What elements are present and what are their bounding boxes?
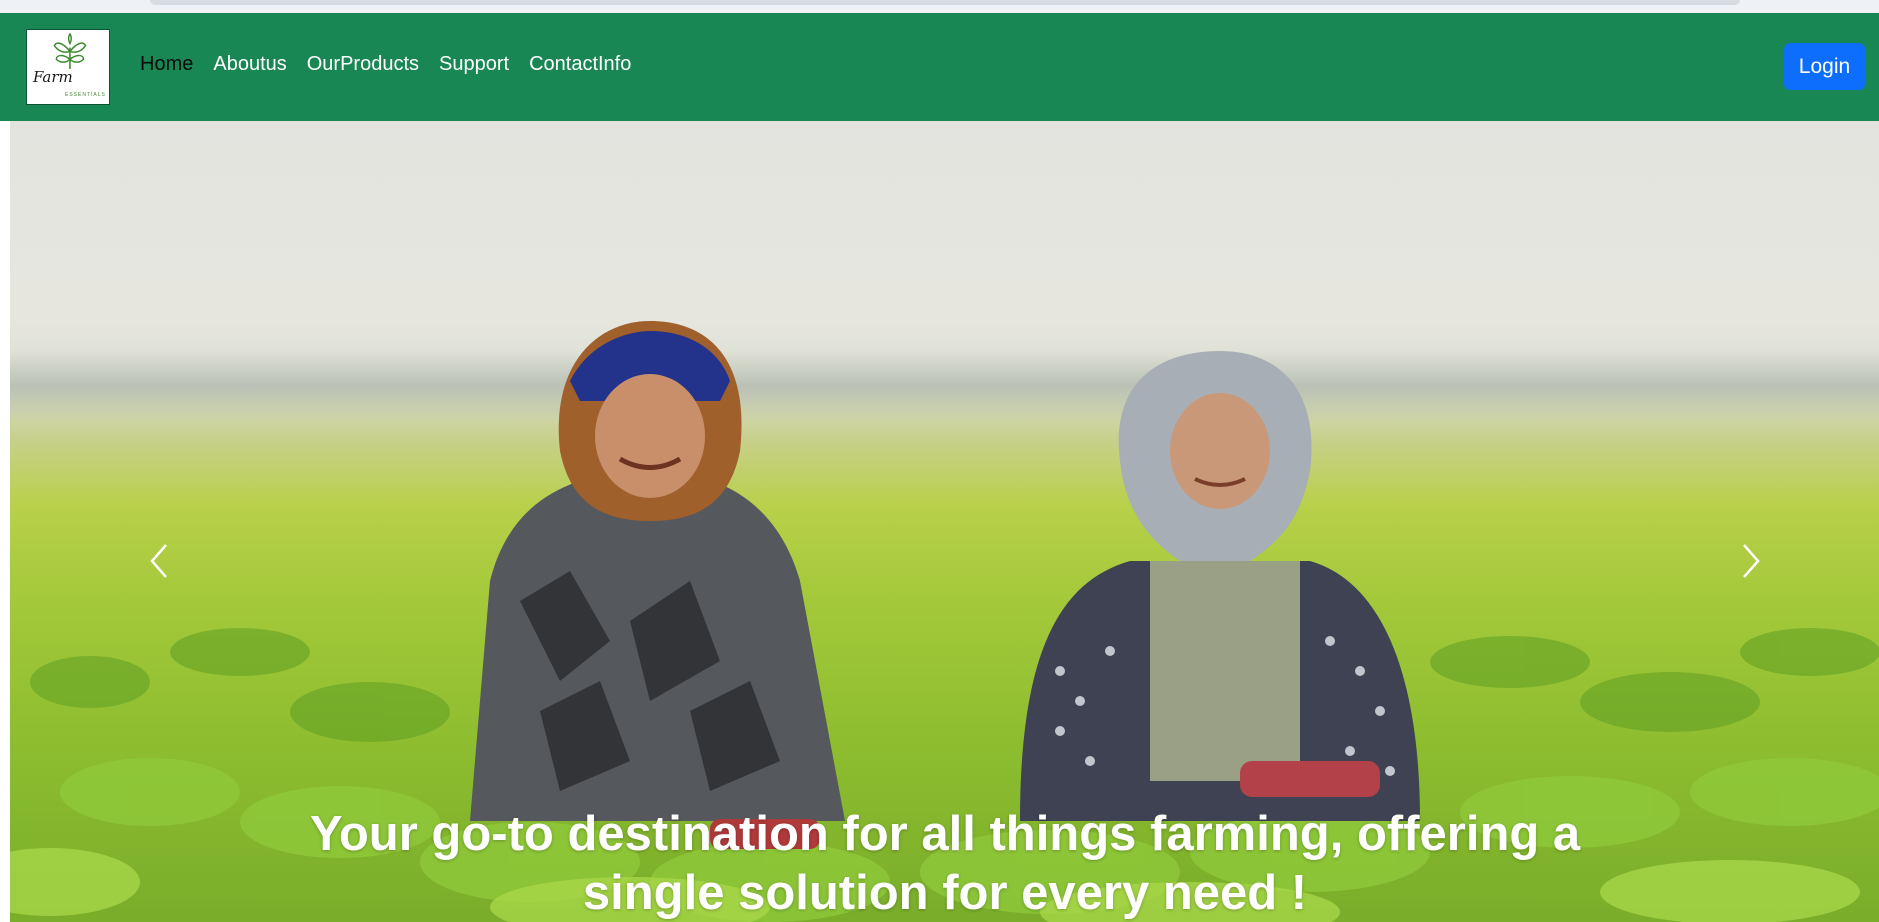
browser-chrome-strip: [0, 0, 1879, 13]
address-bar-edge: [150, 0, 1740, 5]
hero-caption: Your go-to destination for all things fa…: [309, 807, 1581, 920]
top-navbar: Farm ESSENTIALS Home Aboutus OurProducts…: [0, 13, 1879, 121]
nav-link-contactinfo[interactable]: ContactInfo: [529, 53, 631, 76]
chevron-right-icon: [1743, 544, 1760, 578]
carousel-next-button[interactable]: [1730, 531, 1770, 591]
carousel-prev-button[interactable]: [140, 531, 180, 591]
login-button[interactable]: Login: [1784, 43, 1865, 90]
nav-link-ourproducts[interactable]: OurProducts: [307, 53, 419, 76]
nav-link-aboutus[interactable]: Aboutus: [213, 53, 286, 76]
logo-subtext: ESSENTIALS: [65, 92, 106, 98]
hero-carousel: Your go-to destination for all things fa…: [10, 121, 1879, 922]
nav-link-support[interactable]: Support: [439, 53, 509, 76]
logo-text: Farm: [33, 68, 73, 86]
nav-link-home[interactable]: Home: [140, 53, 193, 76]
farmer-woman-right: [1020, 351, 1420, 821]
chevron-left-icon: [150, 544, 167, 578]
hero-background-horizon: [10, 351, 1879, 421]
farmer-woman-left: [470, 321, 845, 849]
farm-logo[interactable]: Farm ESSENTIALS: [26, 29, 110, 105]
nav-links: Home Aboutus OurProducts Support Contact…: [140, 53, 631, 76]
